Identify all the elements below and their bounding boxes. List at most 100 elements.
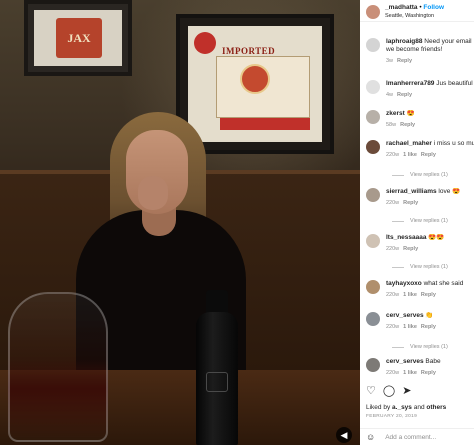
comment-time: 220w [386,324,400,330]
commenter-username[interactable]: lmanherrera789 [386,80,434,87]
commenter-username[interactable]: lts_nessaaaa [386,234,426,241]
comment-input[interactable]: Add a comment... [385,434,436,441]
add-comment-bar: ☺ Add a comment... [360,428,474,445]
likes-and: and [413,404,425,411]
comment-item: sierrad_williams love 😍 220w Reply [366,188,474,207]
reply-button[interactable]: Reply [421,324,436,330]
view-replies-label: View replies (1) [410,172,448,178]
comment-text: 👏 [425,312,434,319]
replies-line [392,220,404,222]
commenter-avatar[interactable] [366,80,380,94]
post-location[interactable]: Seattle, Washington [385,12,444,20]
comment-time: 3w [386,58,394,64]
comment-item: lts_nessaaaa 😍😍 220w Reply [366,234,474,253]
comment-likes[interactable]: 1 like [403,292,417,298]
comment-item: rachael_maher i miss u so much 220w1 like… [366,140,474,159]
speaker-muted-icon: ◀ [340,429,348,440]
view-replies-button[interactable]: View replies (1) [392,344,448,350]
comment-text: love 😍 [438,188,461,195]
commenter-avatar[interactable] [366,140,380,154]
commenter-username[interactable]: sierrad_williams [386,188,437,195]
comment-time: 220w [386,292,400,298]
poster-strip [220,118,310,130]
post-date: FEBRUARY 20, 2019 [366,414,418,419]
commenter-avatar[interactable] [366,358,380,372]
comment-item: zkerst 😍 58w Reply [366,110,474,129]
comment-time: 220w [386,200,400,206]
post-photo: JAX IMPORTED ◀ [0,0,360,445]
reply-button[interactable]: Reply [421,152,436,158]
commenter-avatar[interactable] [366,312,380,326]
comment-text-continued: we become friends! [386,46,443,53]
comment-time: 58w [386,122,397,128]
poster-username[interactable]: _madhatta [385,4,418,11]
comment-item: cerv_serves 👏 220w 1 like Reply [366,312,474,331]
comment-text: 😍😍 [428,234,445,241]
likes-summary: Liked by a._sys and others [366,404,446,411]
smiley-icon[interactable]: ☺ [366,432,375,442]
comment-item: tayhayxoxo what she said 220w 1 like Reply [366,280,474,299]
commenter-avatar[interactable] [366,38,380,52]
reply-button[interactable]: Reply [421,370,436,376]
replies-line [392,174,404,176]
bottle-label [206,372,228,392]
framed-poster-right: IMPORTED [176,14,334,154]
view-replies-button[interactable]: View replies (1) [392,218,448,224]
poster-badge [194,32,216,54]
commenter-avatar[interactable] [366,188,380,202]
comment-time: 220w [386,370,400,376]
likes-user[interactable]: a._sys [392,404,412,411]
reply-button[interactable]: Reply [397,92,412,98]
imported-poster-text: IMPORTED [222,46,276,56]
commenter-username[interactable]: cerv_serves [386,312,424,319]
heart-icon[interactable]: ♡ [366,385,376,397]
reply-button[interactable]: Reply [400,122,415,128]
comment-text: Jus beautiful [436,80,473,87]
comment-time: 4w [386,92,394,98]
comment-text: what she said [423,280,464,287]
comment-likes[interactable]: 1 like [403,152,417,158]
comment-likes[interactable]: 1 like [403,370,417,376]
action-bar: ♡ ◯ ➤ [366,383,474,399]
view-replies-label: View replies (1) [410,218,448,224]
mute-button[interactable]: ◀ [336,427,352,443]
commenter-username[interactable]: cerv_serves [386,358,424,365]
commenter-username[interactable]: tayhayxoxo [386,280,422,287]
reply-button[interactable]: Reply [421,292,436,298]
view-replies-label: View replies (1) [410,264,448,270]
jax-poster-text: JAX [56,18,102,58]
comments-panel: _madhatta • Follow Seattle, Washington l… [360,0,474,445]
commenter-username[interactable]: laphroaig88 [386,38,422,45]
view-replies-button[interactable]: View replies (1) [392,172,448,178]
likes-others[interactable]: others [426,404,446,411]
comment-text: i miss u so much [433,140,474,147]
share-icon[interactable]: ➤ [402,385,411,397]
view-replies-button[interactable]: View replies (1) [392,264,448,270]
commenter-avatar[interactable] [366,110,380,124]
commenter-avatar[interactable] [366,280,380,294]
commenter-avatar[interactable] [366,234,380,248]
comment-item: lmanherrera789 Jus beautiful 4w Reply [366,80,474,99]
reply-button[interactable]: Reply [403,200,418,206]
poster-emblem [240,64,270,94]
comment-likes[interactable]: 1 like [403,324,417,330]
comment-item: laphroaig88 Need your email we become fri… [366,38,474,65]
comment-text: Babe [425,358,441,365]
comment-icon[interactable]: ◯ [383,385,395,397]
wine-glass [8,292,108,442]
person-hand [138,176,168,210]
reply-button[interactable]: Reply [403,246,418,252]
comment-item: cerv_serves Babe 220w 1 like Reply [366,358,474,377]
likes-prefix: Liked by [366,404,391,411]
commenter-username[interactable]: rachael_maher [386,140,432,147]
separator: • [419,4,422,11]
poster-avatar[interactable] [366,5,380,19]
view-replies-label: View replies (1) [410,344,448,350]
replies-line [392,346,404,348]
follow-button[interactable]: Follow [423,4,444,11]
framed-poster-left: JAX [24,0,132,76]
comment-time: 220w [386,246,400,252]
commenter-username[interactable]: zkerst [386,110,405,117]
reply-button[interactable]: Reply [397,58,412,64]
replies-line [392,266,404,268]
